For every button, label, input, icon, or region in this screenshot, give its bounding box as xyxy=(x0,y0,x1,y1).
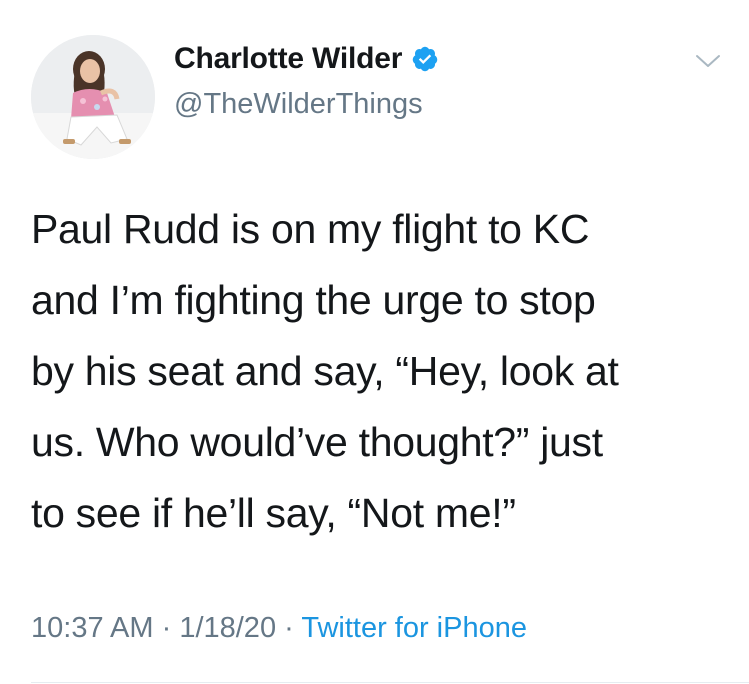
display-name[interactable]: Charlotte Wilder xyxy=(174,42,402,76)
avatar[interactable] xyxy=(31,35,155,159)
meta-separator: · xyxy=(276,612,302,644)
tweet-time[interactable]: 10:37 AM xyxy=(31,612,154,644)
tweet-line: to see if he’ll say, “Not me!” xyxy=(31,490,516,536)
tweet-line: Paul Rudd is on my flight to KC xyxy=(31,206,590,252)
tweet-line: and I’m fighting the urge to stop xyxy=(31,277,596,323)
user-header: Charlotte Wilder xyxy=(174,42,439,76)
tweet-text: Paul Rudd is on my flight to KC and I’m … xyxy=(31,194,721,549)
tweet-meta: 10:37 AM · 1/18/20 · Twitter for iPhone xyxy=(31,612,527,645)
divider xyxy=(31,682,749,683)
user-handle[interactable]: @TheWilderThings xyxy=(174,88,423,121)
chevron-down-icon[interactable] xyxy=(693,50,723,72)
tweet-line: us. Who would’ve thought?” just xyxy=(31,419,603,465)
profile-photo xyxy=(31,35,155,159)
tweet-line: by his seat and say, “Hey, look at xyxy=(31,348,619,394)
verified-badge-icon xyxy=(411,45,439,73)
tweet-source-link[interactable]: Twitter for iPhone xyxy=(301,612,527,644)
tweet-date[interactable]: 1/18/20 xyxy=(179,612,276,644)
meta-separator: · xyxy=(153,612,180,644)
